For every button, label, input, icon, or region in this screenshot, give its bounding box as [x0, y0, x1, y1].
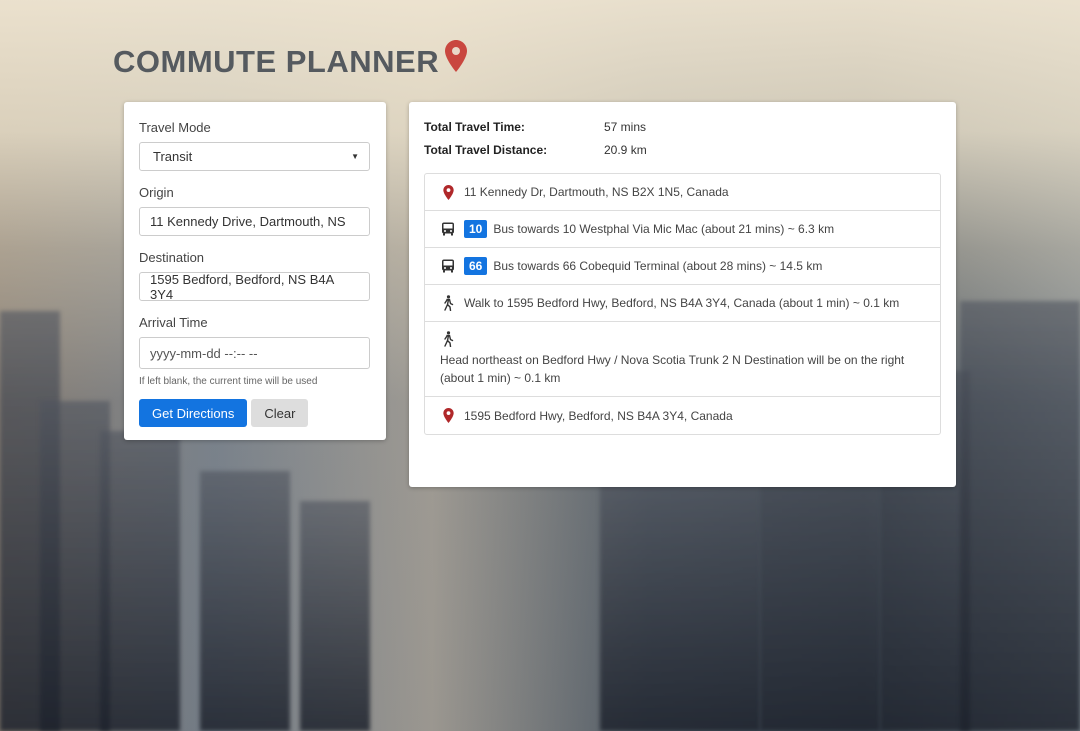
results-panel: Total Travel Time: 57 mins Total Travel …: [409, 102, 956, 487]
bus-icon: [440, 221, 456, 237]
origin-value: 11 Kennedy Drive, Dartmouth, NS: [150, 214, 346, 229]
route-steps-list: 11 Kennedy Dr, Dartmouth, NS B2X 1N5, Ca…: [424, 173, 941, 435]
arrival-time-input[interactable]: yyyy-mm-dd --:-- --: [139, 337, 370, 369]
total-distance-label: Total Travel Distance:: [424, 143, 548, 157]
total-distance-row: Total Travel Distance: 20.9 km: [424, 143, 941, 157]
route-step-text: Head northeast on Bedford Hwy / Nova Sco…: [440, 353, 905, 385]
route-badge: 66: [464, 257, 488, 275]
route-step-walk: Walk to 1595 Bedford Hwy, Bedford, NS B4…: [425, 285, 940, 322]
total-time-label: Total Travel Time:: [424, 120, 525, 134]
total-time-row: Total Travel Time: 57 mins: [424, 120, 941, 134]
page-title: COMMUTE PLANNER: [113, 40, 468, 80]
route-step-text: Bus towards 66 Cobequid Terminal (about …: [493, 259, 823, 273]
map-pin-icon: [440, 184, 456, 200]
route-step-text: Bus towards 10 Westphal Via Mic Mac (abo…: [493, 222, 835, 236]
route-step-text: Walk to 1595 Bedford Hwy, Bedford, NS B4…: [464, 296, 900, 310]
walk-icon: [440, 295, 456, 311]
destination-value: 1595 Bedford, Bedford, NS B4A 3Y4: [150, 271, 334, 302]
chevron-down-icon: ▼: [351, 152, 359, 161]
origin-label: Origin: [139, 185, 174, 200]
arrival-time-label: Arrival Time: [139, 315, 208, 330]
total-distance-value: 20.9 km: [604, 143, 647, 157]
destination-input[interactable]: 1595 Bedford, Bedford, NS B4A 3Y4: [139, 271, 370, 302]
travel-mode-value: Transit: [153, 149, 193, 164]
map-pin-icon: [445, 40, 468, 72]
route-step-walk: Head northeast on Bedford Hwy / Nova Sco…: [425, 322, 940, 397]
route-step-bus: 66 Bus towards 66 Cobequid Terminal (abo…: [425, 248, 940, 285]
route-step-text: 11 Kennedy Dr, Dartmouth, NS B2X 1N5, Ca…: [464, 185, 729, 199]
route-step-destination: 1595 Bedford Hwy, Bedford, NS B4A 3Y4, C…: [425, 397, 940, 434]
destination-label: Destination: [139, 250, 205, 265]
page-title-text: COMMUTE PLANNER: [113, 44, 440, 79]
total-time-value: 57 mins: [604, 120, 647, 134]
walk-icon: [440, 331, 456, 347]
arrival-time-placeholder: yyyy-mm-dd --:-- --: [150, 345, 258, 361]
travel-mode-label: Travel Mode: [139, 120, 211, 135]
arrival-time-hint: If left blank, the current time will be …: [139, 376, 318, 387]
route-step-bus: 10 Bus towards 10 Westphal Via Mic Mac (…: [425, 211, 940, 248]
route-step-origin: 11 Kennedy Dr, Dartmouth, NS B2X 1N5, Ca…: [425, 174, 940, 211]
bus-icon: [440, 258, 456, 274]
clear-button[interactable]: Clear: [251, 399, 309, 427]
origin-input[interactable]: 11 Kennedy Drive, Dartmouth, NS: [139, 207, 370, 236]
route-badge: 10: [464, 220, 488, 238]
get-directions-button[interactable]: Get Directions: [139, 399, 248, 427]
directions-form: Travel Mode Transit ▼ Origin 11 Kennedy …: [124, 102, 386, 440]
map-pin-icon: [440, 408, 456, 424]
route-step-text: 1595 Bedford Hwy, Bedford, NS B4A 3Y4, C…: [464, 408, 733, 423]
travel-mode-select[interactable]: Transit ▼: [139, 142, 370, 171]
